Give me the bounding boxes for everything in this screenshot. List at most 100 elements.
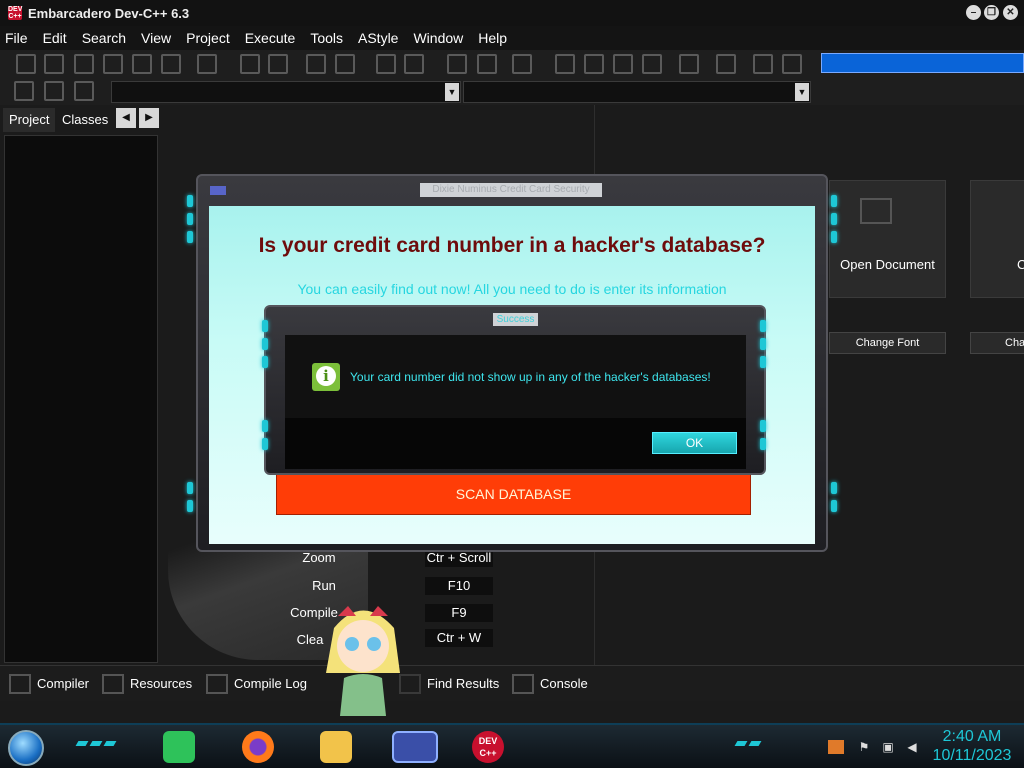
compile-icon[interactable] <box>555 54 575 74</box>
goto-line-icon[interactable] <box>335 54 355 74</box>
menu-tools[interactable]: Tools <box>310 30 343 46</box>
secondary-toolbar: ▼ ▼ <box>0 78 1024 105</box>
menu-astyle[interactable]: AStyle <box>358 30 398 46</box>
tab-label: Console <box>540 676 588 691</box>
scan-database-button[interactable]: SCAN DATABASE <box>276 474 751 515</box>
goto-icon[interactable] <box>306 54 326 74</box>
menu-edit[interactable]: Edit <box>43 30 67 46</box>
chevron-right-icon[interactable]: ▶ <box>139 108 159 128</box>
shortcut-key: Ctr + W <box>425 629 493 647</box>
decorative-light <box>187 500 193 512</box>
open-document-tile[interactable]: Open Document <box>829 180 946 298</box>
tab-label: Compiler <box>37 676 90 691</box>
decorative-light <box>262 338 268 350</box>
dialog-app-icon[interactable] <box>392 731 438 763</box>
window-app-icon <box>210 186 226 195</box>
toggle-bookmark-icon[interactable] <box>44 81 64 101</box>
console-icon <box>512 674 534 694</box>
menu-help[interactable]: Help <box>478 30 507 46</box>
decorative-light <box>831 213 837 225</box>
devcpp-logo-icon: DEV C++ <box>8 6 23 20</box>
save-all-icon[interactable] <box>103 54 123 74</box>
decorative-light <box>831 500 837 512</box>
change-theme-button[interactable]: Cha <box>970 332 1024 354</box>
tab-classes[interactable]: Classes <box>56 108 114 132</box>
minimize-icon[interactable]: – <box>966 5 981 20</box>
menu-view[interactable]: View <box>141 30 171 46</box>
menu-execute[interactable]: Execute <box>245 30 296 46</box>
add-to-project-icon[interactable] <box>447 54 467 74</box>
compiler-icon <box>9 674 31 694</box>
file-explorer-icon[interactable] <box>320 731 352 763</box>
compile-run-icon[interactable] <box>613 54 633 74</box>
new-file-icon[interactable] <box>16 54 36 74</box>
menu-window[interactable]: Window <box>413 30 463 46</box>
remove-from-project-icon[interactable] <box>477 54 497 74</box>
tab-compiler[interactable]: Compiler <box>3 670 97 698</box>
decorative-light <box>262 356 268 368</box>
volume-icon[interactable]: ◀ <box>904 740 920 754</box>
info-icon: i <box>312 363 340 391</box>
decorative-light <box>262 320 268 332</box>
tab-label: Compile Log <box>234 676 307 691</box>
replace-icon[interactable] <box>268 54 288 74</box>
start-button[interactable] <box>8 730 44 766</box>
insert-icon[interactable] <box>14 81 34 101</box>
member-dropdown[interactable]: ▼ <box>463 81 811 103</box>
tab-compile-log[interactable]: Compile Log <box>200 670 315 698</box>
menu-project[interactable]: Project <box>186 30 230 46</box>
decorative-light <box>187 482 193 494</box>
close-icon[interactable]: ✕ <box>1003 5 1018 20</box>
abort-icon[interactable] <box>716 54 736 74</box>
devcpp-icon[interactable]: DEV C++ <box>472 731 504 763</box>
project-tree[interactable] <box>4 135 158 663</box>
dialog-title: Success <box>493 313 538 326</box>
close-file-icon[interactable] <box>132 54 152 74</box>
menu-file[interactable]: File <box>5 30 28 46</box>
menu-bar: File Edit Search View Project Execute To… <box>0 26 1024 50</box>
class-dropdown[interactable]: ▼ <box>111 81 461 103</box>
new-tile[interactable]: C <box>970 180 1024 298</box>
decorative-light <box>760 420 766 432</box>
network-icon[interactable]: ▣ <box>880 740 896 754</box>
open-file-icon[interactable] <box>44 54 64 74</box>
ok-button[interactable]: OK <box>652 432 737 454</box>
chevron-left-icon[interactable]: ◀ <box>116 108 136 128</box>
clock-time[interactable]: 2:40 AM <box>930 728 1014 746</box>
chevron-down-icon[interactable]: ▼ <box>445 83 459 101</box>
goto-bookmark-icon[interactable] <box>74 81 94 101</box>
window-title: Embarcadero Dev-C++ 6.3 <box>28 5 190 21</box>
notes-icon[interactable] <box>163 731 195 763</box>
decorative-light <box>187 213 193 225</box>
print-icon[interactable] <box>197 54 217 74</box>
restore-icon[interactable]: ❐ <box>984 5 999 20</box>
save-icon[interactable] <box>74 54 94 74</box>
compile-log-icon <box>206 674 228 694</box>
tray-app-icon[interactable] <box>828 740 844 754</box>
search-input[interactable] <box>821 53 1024 73</box>
dialog-title: Dixie Numinus Credit Card Security <box>420 183 602 197</box>
flag-icon[interactable]: ⚑ <box>856 740 872 754</box>
change-font-button[interactable]: Change Font <box>829 332 946 354</box>
undo-icon[interactable] <box>376 54 396 74</box>
run-icon[interactable] <box>584 54 604 74</box>
profile-icon[interactable] <box>753 54 773 74</box>
find-icon[interactable] <box>240 54 260 74</box>
decorative-light <box>760 356 766 368</box>
redo-icon[interactable] <box>404 54 424 74</box>
delete-profile-icon[interactable] <box>782 54 802 74</box>
tab-project[interactable]: Project <box>3 108 56 132</box>
project-options-icon[interactable] <box>512 54 532 74</box>
tab-resources[interactable]: Resources <box>96 670 200 698</box>
tab-console[interactable]: Console <box>506 670 596 698</box>
chevron-down-icon[interactable]: ▼ <box>795 83 809 101</box>
firefox-icon[interactable] <box>242 731 274 763</box>
decorative-light <box>187 195 193 207</box>
menu-search[interactable]: Search <box>82 30 126 46</box>
close-all-icon[interactable] <box>161 54 181 74</box>
decorative-light <box>187 231 193 243</box>
rebuild-icon[interactable] <box>642 54 662 74</box>
tile-label: Open Document <box>840 257 935 272</box>
clock-date[interactable]: 10/11/2023 <box>930 747 1014 765</box>
check-syntax-icon[interactable] <box>679 54 699 74</box>
